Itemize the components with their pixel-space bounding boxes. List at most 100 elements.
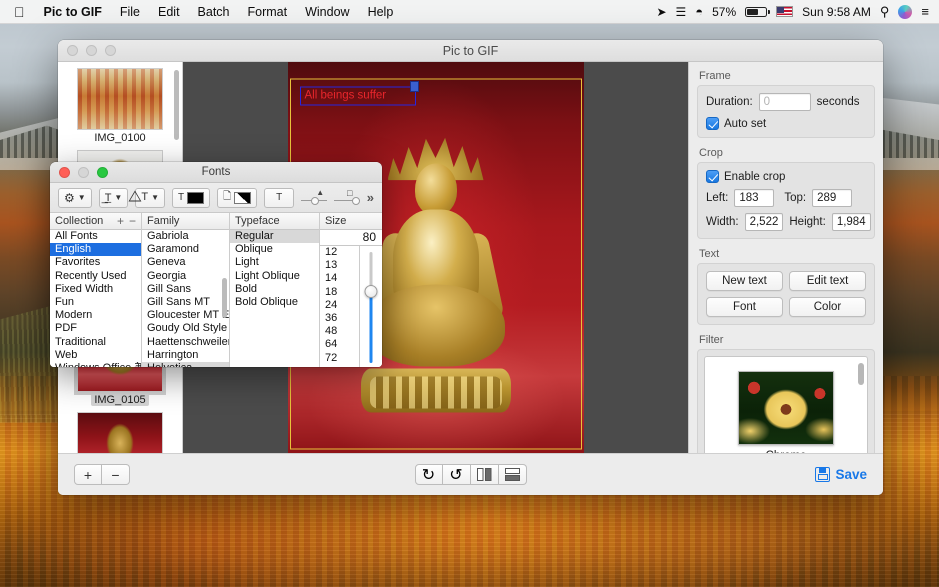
fonts-action-gear-button[interactable]: ⚙ ▼ (58, 188, 92, 208)
add-frame-button[interactable]: + (74, 464, 102, 485)
toolbar-overflow-icon[interactable]: » (367, 190, 374, 205)
remove-frame-button[interactable]: − (102, 464, 130, 485)
list-item[interactable]: Favorites (50, 256, 141, 269)
list-item[interactable]: Gabriola (142, 230, 229, 243)
auto-set-checkbox[interactable]: Auto set (706, 117, 866, 130)
list-item[interactable]: 18 (320, 286, 359, 299)
document-color-button[interactable]: 🗋 (217, 188, 257, 208)
filter-thumbnail[interactable] (738, 371, 834, 445)
collection-list[interactable]: All Fonts English Favorites Recently Use… (50, 230, 141, 367)
save-button[interactable]: Save (815, 467, 867, 482)
family-scrollbar[interactable] (222, 278, 227, 318)
list-item[interactable]: Fun (50, 296, 141, 309)
crop-width-input[interactable]: 2,522 (745, 213, 784, 231)
list-item[interactable]: 48 (320, 325, 359, 338)
list-item[interactable]: 14 (320, 272, 359, 285)
siri-icon[interactable] (898, 5, 912, 19)
list-item[interactable]: Gloucester MT Extr (142, 309, 229, 322)
list-item[interactable]: Haettenschweiler (142, 336, 229, 349)
size-slider-knob[interactable] (365, 285, 378, 298)
new-text-button[interactable]: New text (706, 271, 783, 291)
list-item[interactable]: 36 (320, 312, 359, 325)
shadow-blur-slider[interactable]: ▲ (301, 190, 327, 206)
checkbox-icon[interactable] (706, 170, 719, 183)
flip-vertical-icon[interactable] (499, 464, 527, 485)
list-item[interactable]: Gill Sans MT (142, 296, 229, 309)
list-item[interactable]: 12 (320, 246, 359, 259)
thumbnail-scrollbar[interactable] (174, 70, 179, 140)
notification-center-icon[interactable]: ≡ (921, 4, 929, 19)
menu-item-edit[interactable]: Edit (149, 5, 189, 19)
filter-scrollbar[interactable] (858, 363, 864, 385)
list-item[interactable]: Gill Sans (142, 283, 229, 296)
resize-handle[interactable] (410, 81, 419, 92)
list-item[interactable]: Bold (230, 283, 319, 296)
list-item[interactable]: Regular (230, 230, 319, 243)
add-collection-icon[interactable]: + (117, 214, 124, 228)
list-item[interactable]: 64 (320, 338, 359, 351)
location-arrow-icon[interactable]: ➤ (656, 5, 666, 19)
list-item[interactable]: All Fonts (50, 230, 141, 243)
typeface-list[interactable]: Regular Oblique Light Light Oblique Bold… (230, 230, 319, 367)
list-item[interactable]: 24 (320, 299, 359, 312)
battery-icon[interactable] (745, 7, 767, 17)
thumbnail-image[interactable] (77, 68, 163, 130)
list-item[interactable]: PDF (50, 322, 141, 335)
list-item[interactable]: English (50, 243, 141, 256)
wifi-icon[interactable]: ◓ (695, 4, 703, 19)
duration-input[interactable]: 0 (759, 93, 811, 111)
list-item[interactable]: Modern (50, 309, 141, 322)
list-item[interactable]: 13 (320, 259, 359, 272)
underline-button[interactable]: ̲T̲ ▼ (99, 188, 129, 208)
family-list[interactable]: Gabriola Garamond Geneva Georgia Gill Sa… (142, 230, 229, 367)
list-item[interactable]: Geneva (142, 256, 229, 269)
list-item[interactable]: Goudy Old Style (142, 322, 229, 335)
font-button[interactable]: Font (706, 297, 783, 317)
list-item[interactable]: Oblique (230, 243, 319, 256)
crop-top-input[interactable]: 289 (812, 189, 852, 207)
menu-item-file[interactable]: File (111, 5, 149, 19)
search-icon[interactable]: ⚲ (880, 4, 890, 20)
filter-preview-list[interactable]: Chrome (704, 356, 868, 453)
size-slider[interactable] (360, 246, 382, 367)
menu-item-pic-to-gif[interactable]: Pic to GIF (35, 5, 111, 19)
list-item[interactable]: Traditional (50, 336, 141, 349)
list-item[interactable]: Fixed Width (50, 283, 141, 296)
text-overlay[interactable]: All beings suffer (300, 86, 416, 106)
fonts-titlebar[interactable]: Fonts (50, 162, 382, 183)
list-item[interactable]: Helvetica (142, 362, 229, 367)
crop-height-input[interactable]: 1,984 (832, 213, 871, 231)
list-item[interactable] (58, 412, 182, 453)
text-color-button[interactable]: T (172, 188, 210, 208)
list-item[interactable]: Light Oblique (230, 270, 319, 283)
list-item[interactable]: Garamond (142, 243, 229, 256)
shadow-offset-slider[interactable]: □ (334, 190, 360, 206)
thumbnail-image[interactable] (77, 412, 163, 453)
us-flag-icon[interactable] (776, 6, 793, 17)
checkbox-icon[interactable] (706, 117, 719, 130)
enable-crop-checkbox[interactable]: Enable crop (706, 170, 866, 183)
size-input[interactable]: 80 (320, 230, 382, 246)
menu-item-format[interactable]: Format (239, 5, 297, 19)
menu-item-help[interactable]: Help (359, 5, 403, 19)
size-list[interactable]: 12 13 14 18 24 36 48 64 72 (320, 246, 360, 367)
clock[interactable]: Sun 9:58 AM (802, 5, 871, 19)
list-item[interactable]: Windows Office 兼容 (50, 362, 141, 367)
rotate-clockwise-icon[interactable]: ↻ (415, 464, 443, 485)
menu-item-window[interactable]: Window (296, 5, 358, 19)
rotate-counterclockwise-icon[interactable]: ↺ (443, 464, 471, 485)
list-item[interactable]: IMG_0100 (58, 68, 182, 144)
list-item[interactable]: Georgia (142, 270, 229, 283)
list-item[interactable]: Recently Used (50, 270, 141, 283)
list-item[interactable]: Harrington (142, 349, 229, 362)
crop-left-input[interactable]: 183 (734, 189, 774, 207)
remove-collection-icon[interactable]: − (129, 214, 136, 228)
color-button[interactable]: Color (789, 297, 866, 317)
flip-horizontal-icon[interactable] (471, 464, 499, 485)
list-item[interactable]: Light (230, 256, 319, 269)
vpn-icon[interactable]: ☰ (676, 5, 687, 19)
apple-logo-icon[interactable]:  (8, 5, 35, 19)
list-item[interactable]: 72 (320, 352, 359, 365)
menu-item-batch[interactable]: Batch (189, 5, 239, 19)
list-item[interactable]: Web (50, 349, 141, 362)
